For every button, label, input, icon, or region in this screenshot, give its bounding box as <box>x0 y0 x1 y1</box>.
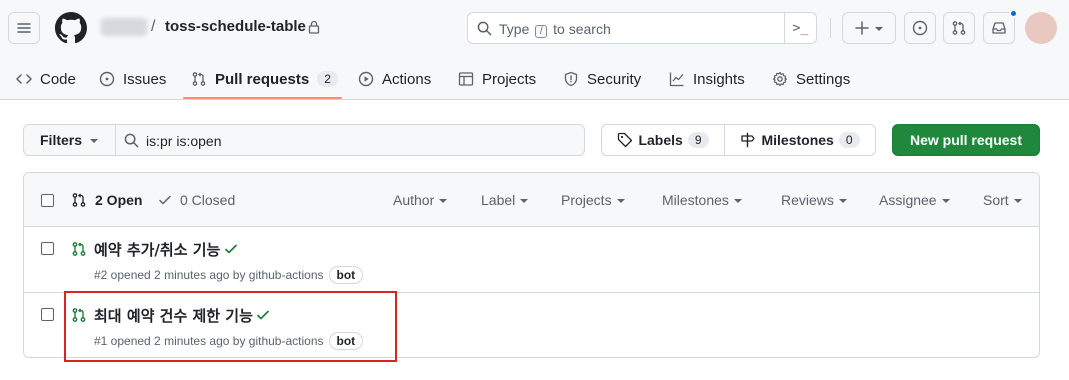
assignee-filter[interactable]: Assignee <box>879 192 950 208</box>
chevron-down-icon <box>733 199 742 203</box>
new-pull-request-button[interactable]: New pull request <box>892 124 1040 156</box>
active-tab-underline <box>183 97 342 99</box>
global-search-input[interactable]: Type / to search >_ <box>467 12 817 44</box>
issue-opened-icon <box>99 71 115 87</box>
code-icon <box>16 74 32 84</box>
milestones-button[interactable]: Milestones 0 <box>724 124 876 156</box>
author-filter[interactable]: Author <box>393 192 448 208</box>
git-pull-request-icon <box>192 72 206 86</box>
labels-label: Labels <box>638 132 683 148</box>
chevron-down-icon <box>616 199 625 203</box>
list-item: 예약 추가/취소 기능 #2 opened 2 minutes ago by g… <box>24 227 1039 293</box>
highlight-annotation-box <box>64 291 397 362</box>
tab-issues-label: Issues <box>123 70 167 88</box>
slash-key-hint: / <box>535 25 548 38</box>
table-icon <box>458 72 474 86</box>
projects-filter[interactable]: Projects <box>561 192 625 208</box>
select-all-checkbox[interactable] <box>41 194 54 207</box>
check-icon <box>159 195 171 205</box>
tag-icon <box>618 132 633 148</box>
graph-icon <box>669 72 684 87</box>
github-logo-icon[interactable] <box>55 12 87 44</box>
closed-count-label: 0 Closed <box>180 192 236 208</box>
pr-meta: #2 opened 2 minutes ago by github-action… <box>94 266 364 284</box>
owner-name-redacted[interactable] <box>101 18 147 36</box>
filters-label: Filters <box>40 132 83 148</box>
create-new-button[interactable] <box>842 12 896 44</box>
breadcrumb-separator: / <box>151 18 156 35</box>
tab-settings[interactable]: Settings <box>772 58 850 100</box>
command-palette-button[interactable]: >_ <box>784 13 816 43</box>
labels-count: 9 <box>687 132 709 148</box>
milestones-count: 0 <box>838 132 860 148</box>
chevron-down-icon <box>439 199 448 203</box>
gear-icon <box>772 71 788 87</box>
tab-settings-label: Settings <box>796 70 851 88</box>
list-header: 2 Open 0 Closed Author Label Projects Mi… <box>24 173 1039 227</box>
tab-projects[interactable]: Projects <box>458 58 536 100</box>
plus-icon <box>855 21 869 35</box>
tab-insights[interactable]: Insights <box>669 58 745 100</box>
open-count-label: 2 Open <box>95 192 143 208</box>
labels-button[interactable]: Labels 9 <box>601 124 725 156</box>
git-pull-request-icon <box>72 193 86 207</box>
issue-opened-icon <box>912 20 928 36</box>
avatar[interactable] <box>1025 12 1057 44</box>
chevron-down-icon <box>90 139 99 143</box>
tab-issues[interactable]: Issues <box>99 58 166 100</box>
play-icon <box>358 71 374 87</box>
chevron-down-icon <box>520 199 529 203</box>
pr-search-field[interactable] <box>115 124 585 156</box>
reviews-filter[interactable]: Reviews <box>781 192 847 208</box>
repo-nav: Code Issues Pull requests 2 Actions Proj… <box>0 58 1069 100</box>
menu-button[interactable] <box>8 12 40 44</box>
tab-actions-label: Actions <box>382 70 432 88</box>
chevron-down-icon <box>875 27 883 31</box>
tab-projects-label: Projects <box>482 70 537 88</box>
tab-pull-requests[interactable]: Pull requests 2 <box>191 58 338 100</box>
label-filter[interactable]: Label <box>481 192 529 208</box>
tab-code[interactable]: Code <box>16 58 76 100</box>
filters-dropdown[interactable]: Filters <box>23 124 116 156</box>
milestones-label: Milestones <box>761 132 834 148</box>
repo-name-link[interactable]: toss-schedule-table <box>165 18 306 35</box>
search-icon <box>477 21 492 36</box>
inbox-icon <box>992 22 1006 34</box>
chevron-down-icon <box>941 199 950 203</box>
pr-title-link[interactable]: 예약 추가/취소 기능 <box>94 239 220 260</box>
check-success-icon[interactable] <box>224 242 238 256</box>
open-filter-link[interactable]: 2 Open <box>71 192 142 208</box>
row-checkbox[interactable] <box>41 242 54 255</box>
tab-security-label: Security <box>587 70 642 88</box>
sort-filter[interactable]: Sort <box>983 192 1022 208</box>
tab-insights-label: Insights <box>693 70 745 88</box>
pr-meta-text: #2 opened 2 minutes ago by github-action… <box>94 268 324 282</box>
row-checkbox[interactable] <box>41 308 54 321</box>
bot-badge: bot <box>328 266 364 284</box>
tab-pull-requests-label: Pull requests <box>215 70 310 88</box>
issues-button[interactable] <box>904 12 936 44</box>
tab-security[interactable]: Security <box>563 58 641 100</box>
header-divider <box>830 18 831 38</box>
milestone-icon <box>741 132 756 148</box>
milestones-filter[interactable]: Milestones <box>662 192 742 208</box>
chevron-down-icon <box>838 199 847 203</box>
closed-filter-link[interactable]: 0 Closed <box>158 192 235 208</box>
search-icon <box>124 133 139 148</box>
terminal-icon: >_ <box>792 20 809 36</box>
lock-icon <box>308 20 320 34</box>
git-pull-request-icon <box>952 21 966 35</box>
search-placeholder: Type / to search <box>499 21 611 38</box>
pull-requests-button[interactable] <box>943 12 975 44</box>
hamburger-icon <box>17 23 31 33</box>
tab-code-label: Code <box>40 70 76 88</box>
global-header: / toss-schedule-table Type / to search >… <box>0 0 1069 100</box>
notification-indicator <box>1009 9 1018 18</box>
git-pull-request-open-icon <box>72 242 86 256</box>
pull-requests-count: 2 <box>317 71 338 87</box>
pr-search-input[interactable] <box>146 131 566 151</box>
tab-actions[interactable]: Actions <box>358 58 431 100</box>
shield-icon <box>564 71 578 87</box>
chevron-down-icon <box>1013 199 1022 203</box>
